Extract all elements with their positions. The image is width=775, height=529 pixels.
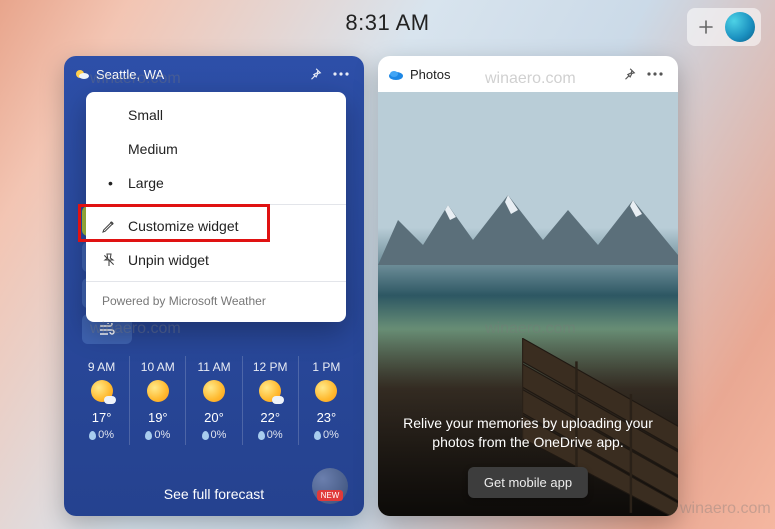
photo-background [378, 92, 678, 516]
hourly-precip: 0% [299, 429, 354, 441]
widget-board: Seattle, WA 9 AM 17° 0% 10 AM [64, 56, 678, 516]
hourly-col[interactable]: 1 PM 23° 0% [298, 356, 354, 445]
hourly-col[interactable]: 12 PM 22° 0% [242, 356, 298, 445]
menu-unpin-widget[interactable]: Unpin widget [86, 243, 346, 277]
hourly-temp: 20° [186, 410, 241, 425]
hourly-temp: 17° [74, 410, 129, 425]
weather-header: Seattle, WA [64, 56, 364, 92]
photos-header: Photos [378, 56, 678, 92]
hourly-col[interactable]: 10 AM 19° 0% [129, 356, 185, 445]
new-badge-label: NEW [317, 490, 344, 501]
menu-separator [86, 281, 346, 282]
more-icon[interactable] [642, 61, 668, 87]
hourly-time: 11 AM [186, 360, 241, 374]
clock: 8:31 AM [345, 10, 429, 36]
onedrive-icon [388, 66, 404, 82]
hourly-col[interactable]: 11 AM 20° 0% [185, 356, 241, 445]
hourly-temp: 22° [243, 410, 298, 425]
hourly-temp: 23° [299, 410, 354, 425]
unpin-icon [100, 251, 118, 269]
hourly-weather-icon [259, 380, 281, 402]
pin-icon[interactable] [302, 61, 328, 87]
hourly-weather-icon [147, 380, 169, 402]
menu-size-large[interactable]: Large [86, 166, 346, 200]
menu-footer: Powered by Microsoft Weather [86, 286, 346, 316]
weather-widget: Seattle, WA 9 AM 17° 0% 10 AM [64, 56, 364, 516]
photos-caption: Relive your memories by uploading your p… [392, 414, 664, 452]
hourly-precip: 0% [243, 429, 298, 441]
new-badge[interactable]: NEW [312, 468, 348, 504]
hourly-weather-icon [91, 380, 113, 402]
add-widget-button[interactable] [693, 14, 719, 40]
hourly-time: 10 AM [130, 360, 185, 374]
weather-icon [74, 66, 90, 82]
more-icon[interactable] [328, 61, 354, 87]
mountains-illustration [378, 185, 678, 265]
hourly-precip: 0% [130, 429, 185, 441]
menu-customize-widget[interactable]: Customize widget [86, 209, 346, 243]
hourly-col[interactable]: 9 AM 17° 0% [74, 356, 129, 445]
get-mobile-app-button[interactable]: Get mobile app [468, 467, 588, 498]
header-right [687, 8, 761, 46]
hourly-temp: 19° [130, 410, 185, 425]
photos-widget: Photos [378, 56, 678, 516]
hourly-weather-icon [203, 380, 225, 402]
hourly-weather-icon [315, 380, 337, 402]
pin-icon[interactable] [616, 61, 642, 87]
hourly-precip: 0% [74, 429, 129, 441]
hourly-time: 1 PM [299, 360, 354, 374]
menu-separator [86, 204, 346, 205]
hourly-time: 12 PM [243, 360, 298, 374]
widget-context-menu: Small Medium Large Customize widget Unpi… [86, 92, 346, 322]
hourly-precip: 0% [186, 429, 241, 441]
header-bar: 8:31 AM [0, 0, 775, 46]
user-avatar[interactable] [725, 12, 755, 42]
hourly-time: 9 AM [74, 360, 129, 374]
photos-title: Photos [410, 67, 450, 82]
pencil-icon [100, 217, 118, 235]
menu-size-medium[interactable]: Medium [86, 132, 346, 166]
menu-size-small[interactable]: Small [86, 98, 346, 132]
weather-location: Seattle, WA [96, 67, 164, 82]
hourly-forecast: 9 AM 17° 0% 10 AM 19° 0% 11 AM 20° 0% 12… [74, 356, 354, 445]
